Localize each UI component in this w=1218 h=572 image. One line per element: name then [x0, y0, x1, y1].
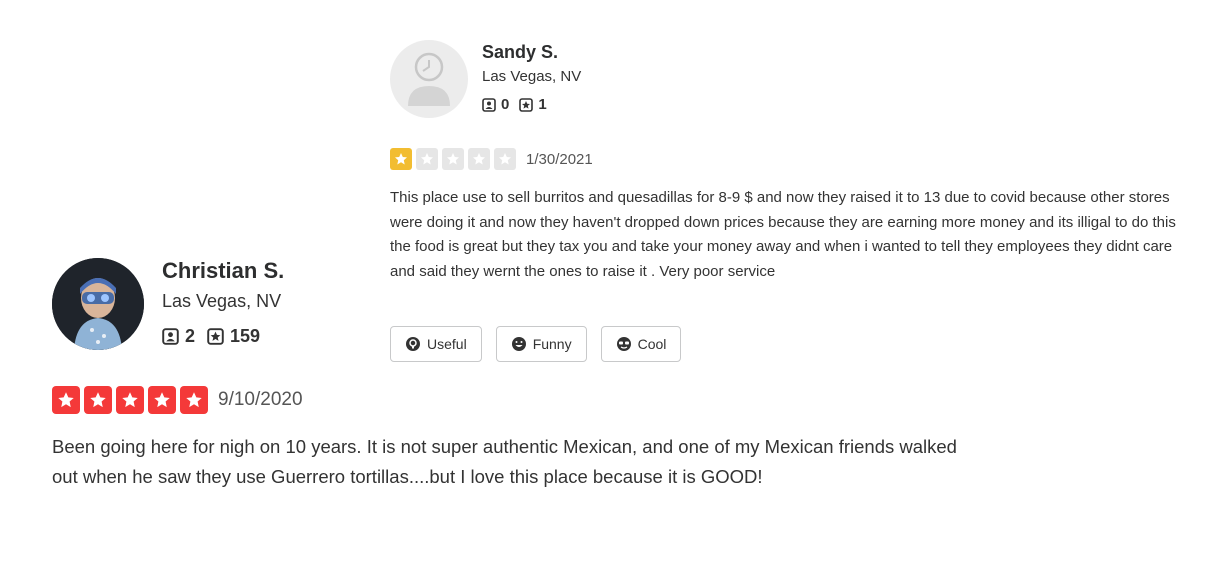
star-empty-icon [494, 148, 516, 170]
review-date: 1/30/2021 [526, 150, 593, 168]
cool-label: Cool [637, 336, 667, 352]
friends-count: 0 [501, 96, 510, 113]
star-icon [390, 148, 412, 170]
user-name[interactable]: Sandy S. [482, 42, 558, 63]
reviews-count: 159 [230, 326, 261, 346]
user-location: Las Vegas, NV [482, 68, 582, 85]
user-stats: 2 159 [162, 326, 272, 347]
funny-button[interactable]: Funny [495, 326, 587, 362]
useful-button[interactable]: Useful [390, 326, 482, 362]
user-stats: 0 1 [482, 96, 557, 113]
review-date: 9/10/2020 [218, 389, 303, 410]
friends-icon [162, 328, 179, 345]
smiley-icon [511, 337, 526, 351]
useful-label: Useful [427, 336, 467, 352]
review-text: Been going here for nigh on 10 years. It… [52, 436, 957, 487]
star-empty-icon [442, 148, 464, 170]
sunglasses-icon [616, 337, 631, 351]
star-icon [180, 386, 208, 414]
avatar[interactable] [52, 258, 144, 350]
friends-icon [482, 97, 496, 112]
reaction-buttons: Useful Funny Cool [390, 326, 695, 362]
funny-label: Funny [532, 336, 572, 352]
review-text: This place use to sell burritos and ques… [390, 189, 1176, 280]
reviews-icon [519, 97, 534, 112]
star-empty-icon [468, 148, 490, 170]
star-icon [52, 386, 80, 414]
star-empty-icon [416, 148, 438, 170]
user-name[interactable]: Christian S. [162, 258, 284, 284]
cool-button[interactable]: Cool [600, 326, 682, 362]
lightbulb-icon [406, 337, 420, 351]
star-icon [84, 386, 112, 414]
reviews-icon [207, 328, 224, 345]
avatar[interactable] [390, 40, 468, 118]
star-icon [148, 386, 176, 414]
reviews-count: 1 [538, 96, 547, 113]
star-rating: 1/30/2021 [390, 148, 593, 170]
star-icon [116, 386, 144, 414]
star-rating: 9/10/2020 [52, 386, 303, 414]
user-location: Las Vegas, NV [162, 291, 282, 311]
friends-count: 2 [185, 326, 196, 346]
